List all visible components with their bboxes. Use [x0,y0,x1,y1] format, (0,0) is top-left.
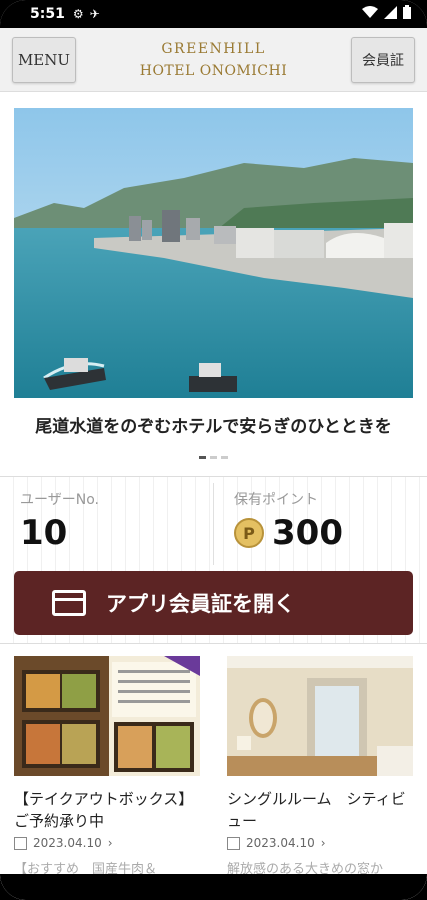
camera-icon [227,836,240,850]
battery-icon [403,5,411,23]
carousel-dot[interactable] [221,456,228,459]
hero-image[interactable] [14,108,413,398]
point-coin-icon: P [234,518,264,548]
article-icon [14,836,27,850]
app-screen: 5:51 ⚙ ✈ MENU GREENHILL HOTEL ONOMICHI 会… [0,0,427,900]
status-time: 5:51 [30,6,65,22]
user-number-label: ユーザーNo. [20,492,99,508]
menu-button[interactable]: MENU [12,37,76,83]
open-member-card-label: アプリ会員証を開く [106,592,295,616]
wifi-icon [362,5,378,23]
single-room-image [227,656,413,776]
takeout-box-image [14,656,200,776]
user-number-value: 10 [20,513,68,553]
points-label: 保有ポイント [234,492,318,508]
card-icon [52,590,86,616]
news-card-date: 2023.04.10 [33,836,102,850]
hero-caption: 尾道水道をのぞむホテルで安らぎのひとときを [35,417,392,437]
status-bar: 5:51 ⚙ ✈ [0,0,427,28]
settings-icon: ⚙ [72,7,84,21]
hotel-logo[interactable]: GREENHILL HOTEL ONOMICHI [120,38,307,82]
logo-line-2: HOTEL ONOMICHI [139,63,288,79]
carousel-dot[interactable] [210,456,217,459]
news-card[interactable]: シングルルーム シティビュー 2023.04.10 › 解放感のある大きめの窓か [227,656,413,877]
chevron-right-icon: › [107,836,113,850]
status-icons [362,5,411,23]
hero-section: 尾道水道をのぞむホテルで安らぎのひとときを [0,92,427,476]
news-card-date: 2023.04.10 [246,836,315,850]
notification-icon: ✈ [89,7,100,21]
member-card-button[interactable]: 会員証 [351,37,415,83]
points-value-row: P 300 [234,513,343,553]
signal-icon [384,5,397,23]
points-divider [213,483,214,565]
points-cell: 保有ポイント P 300 [234,489,343,553]
news-card-meta: 2023.04.10 › [14,836,200,850]
news-card-title: 【テイクアウトボックス】ご予約承り中 [14,790,194,830]
open-member-card-button[interactable]: アプリ会員証を開く [14,571,413,635]
points-value: 300 [272,513,343,553]
news-card-meta: 2023.04.10 › [227,836,413,850]
news-section: 【テイクアウトボックス】ご予約承り中 2023.04.10 › 【おすすめ 国産… [0,644,427,900]
device-frame: 5:51 ⚙ ✈ MENU GREENHILL HOTEL ONOMICHI 会… [0,0,427,900]
news-card-title: シングルルーム シティビュー [227,790,406,830]
carousel-dot[interactable] [199,456,206,459]
carousel-indicator [0,456,427,459]
logo-line-1: GREENHILL [161,41,266,57]
news-card[interactable]: 【テイクアウトボックス】ご予約承り中 2023.04.10 › 【おすすめ 国産… [14,656,200,877]
app-header: MENU GREENHILL HOTEL ONOMICHI 会員証 [0,28,427,92]
system-nav-bar [0,874,427,900]
chevron-right-icon: › [320,836,326,850]
points-panel: ユーザーNo. 10 保有ポイント P 300 アプリ会員証を開く [0,476,427,644]
user-number-cell: ユーザーNo. 10 [20,489,99,553]
